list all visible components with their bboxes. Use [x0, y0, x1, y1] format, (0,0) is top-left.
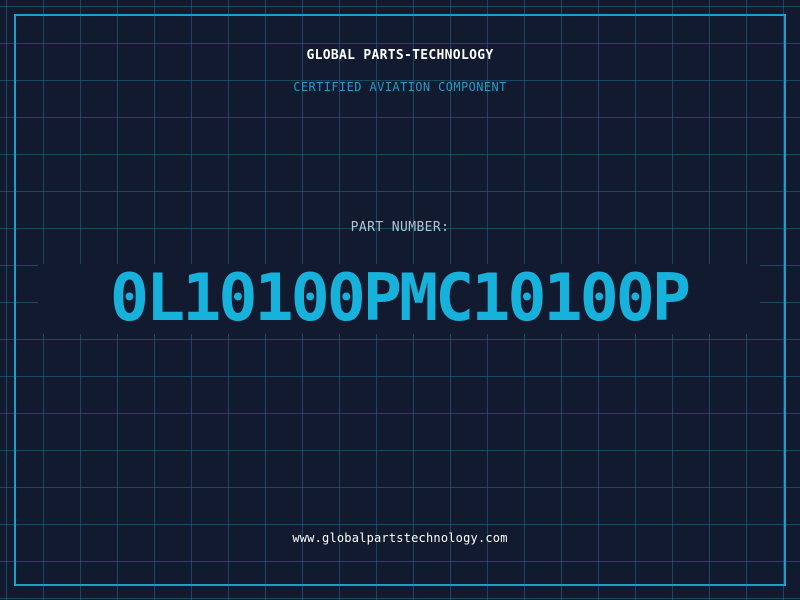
part-card: GLOBAL PARTS-TECHNOLOGY CERTIFIED AVIATI… [0, 0, 800, 600]
part-number-value: 0L10100PMC10100P [109, 261, 691, 336]
certification-tagline: CERTIFIED AVIATION COMPONENT [293, 80, 507, 94]
website-url[interactable]: www.globalpartstechnology.com [0, 531, 800, 545]
company-name: GLOBAL PARTS-TECHNOLOGY [306, 48, 494, 63]
part-number-label: PART NUMBER: [350, 220, 450, 235]
